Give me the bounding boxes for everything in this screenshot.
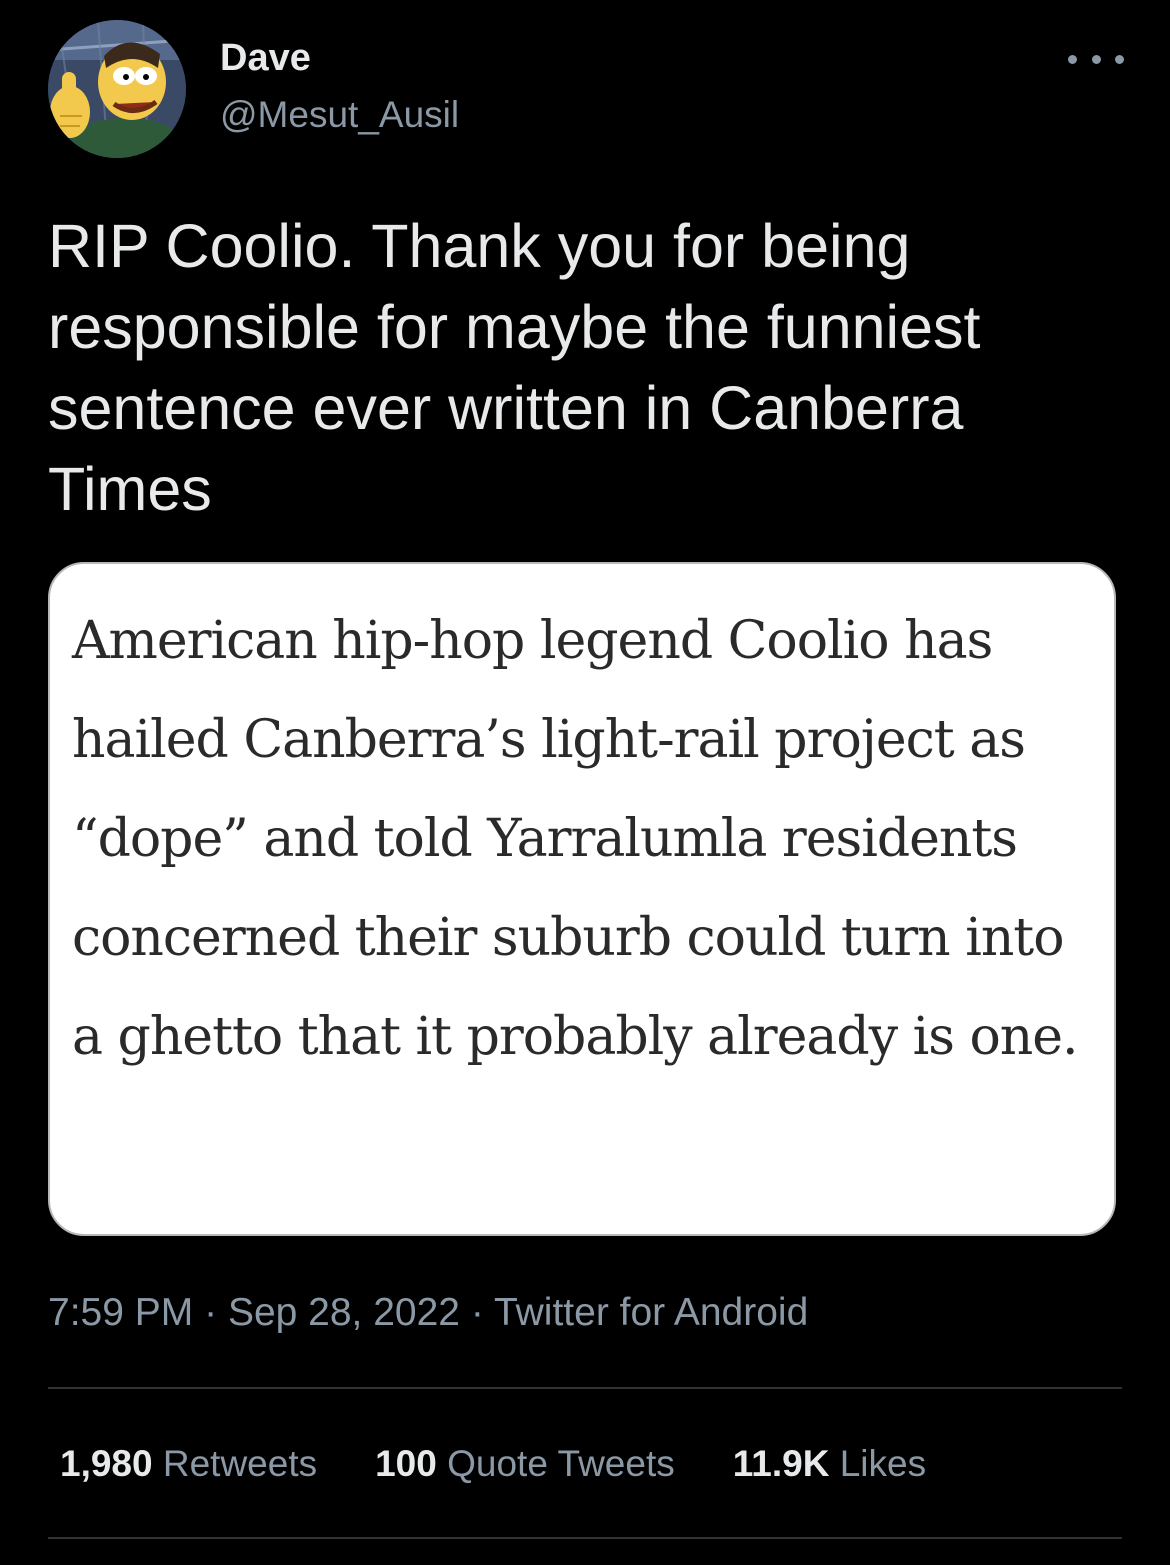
- likes-stat[interactable]: 11.9K Likes: [733, 1440, 926, 1488]
- more-options-button[interactable]: [1068, 44, 1124, 74]
- tweet-source[interactable]: Twitter for Android: [494, 1291, 808, 1334]
- more-options-icon: [1068, 54, 1077, 64]
- quote-tweets-label: Quote Tweets: [447, 1443, 675, 1484]
- avatar[interactable]: [48, 20, 186, 158]
- more-options-icon-dot: [1091, 54, 1101, 64]
- tweet-date[interactable]: Sep 28, 2022: [228, 1291, 460, 1334]
- divider: [48, 1537, 1122, 1539]
- more-options-icon-dot: [1115, 54, 1124, 64]
- attached-image[interactable]: American hip-hop legend Coolio has haile…: [48, 562, 1116, 1236]
- meta-separator: ·: [470, 1291, 484, 1334]
- likes-count: 11.9K: [732, 1443, 830, 1484]
- newspaper-excerpt-text: American hip-hop legend Coolio has haile…: [72, 611, 1079, 1067]
- cartoon-avatar-icon: [48, 20, 186, 158]
- retweets-label: Retweets: [162, 1443, 318, 1484]
- divider: [48, 1387, 1122, 1389]
- meta-separator: ·: [204, 1291, 218, 1334]
- tweet-text: RIP Coolio. Thank you for being responsi…: [48, 212, 981, 523]
- retweets-count: 1,980: [60, 1443, 153, 1484]
- tweet-page: Dave @Mesut_Ausil RIP Coolio. Thank you …: [0, 0, 1170, 1565]
- quote-tweets-stat[interactable]: 100 Quote Tweets: [375, 1440, 675, 1488]
- quote-tweets-count: 100: [375, 1443, 437, 1484]
- author-display-name[interactable]: Dave: [220, 37, 311, 79]
- author-handle[interactable]: @Mesut_Ausil: [220, 94, 459, 136]
- tweet-stats: 1,980 Retweets 100 Quote Tweets 11.9K Li…: [60, 1440, 984, 1488]
- tweet-time[interactable]: 7:59 PM: [48, 1291, 193, 1334]
- tweet-meta: 7:59 PM · Sep 28, 2022 · Twitter for And…: [48, 1289, 808, 1337]
- likes-label: Likes: [839, 1443, 927, 1484]
- retweets-stat[interactable]: 1,980 Retweets: [60, 1440, 317, 1488]
